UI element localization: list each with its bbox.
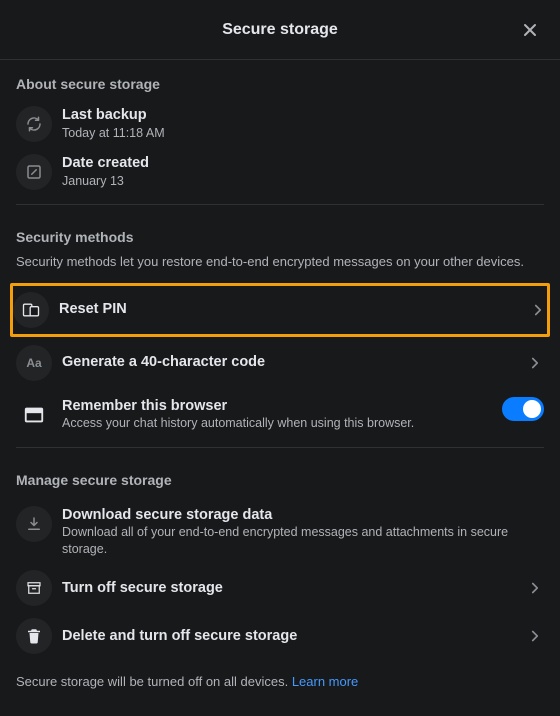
remember-browser-sub: Access your chat history automatically w… — [62, 415, 502, 432]
manage-section: Manage secure storage Download secure st… — [0, 456, 560, 704]
security-section-title: Security methods — [16, 213, 544, 253]
dialog-title: Secure storage — [222, 21, 338, 39]
reset-pin-highlight: Reset PIN — [10, 283, 550, 337]
download-data-label: Download secure storage data — [62, 506, 544, 525]
last-backup-label: Last backup — [62, 106, 544, 125]
learn-more-link[interactable]: Learn more — [292, 674, 358, 689]
delete-turn-off-label: Delete and turn off secure storage — [62, 627, 526, 646]
divider — [16, 204, 544, 205]
close-icon — [522, 22, 538, 38]
dialog-header: Secure storage — [0, 0, 560, 60]
download-data-row[interactable]: Download secure storage data Download al… — [16, 496, 544, 565]
archive-icon — [16, 570, 52, 606]
footer-note-text: Secure storage will be turned off on all… — [16, 674, 292, 689]
turn-off-storage-row[interactable]: Turn off secure storage — [16, 564, 544, 612]
about-section: About secure storage Last backup Today a… — [0, 60, 560, 205]
browser-window-icon — [16, 397, 52, 433]
chevron-right-icon — [529, 301, 547, 319]
edit-square-icon — [16, 154, 52, 190]
manage-section-title: Manage secure storage — [16, 456, 544, 496]
date-created-value: January 13 — [62, 173, 544, 190]
sync-icon — [16, 106, 52, 142]
trash-icon — [16, 618, 52, 654]
remember-browser-toggle[interactable] — [502, 397, 544, 421]
divider — [16, 447, 544, 448]
chevron-right-icon — [526, 627, 544, 645]
download-data-sub: Download all of your end-to-end encrypte… — [62, 524, 544, 558]
chevron-right-icon — [526, 579, 544, 597]
generate-code-row[interactable]: Aa Generate a 40-character code — [16, 339, 544, 387]
delete-turn-off-row[interactable]: Delete and turn off secure storage — [16, 612, 544, 660]
date-created-label: Date created — [62, 154, 544, 173]
turn-off-storage-label: Turn off secure storage — [62, 579, 526, 598]
close-button[interactable] — [514, 14, 546, 46]
security-section: Security methods Security methods let yo… — [0, 213, 560, 448]
reset-pin-row[interactable]: Reset PIN — [13, 286, 547, 334]
download-icon — [16, 506, 52, 542]
generate-code-label: Generate a 40-character code — [62, 353, 526, 372]
last-backup-value: Today at 11:18 AM — [62, 125, 544, 142]
about-section-title: About secure storage — [16, 60, 544, 100]
date-created-row: Date created January 13 — [16, 148, 544, 196]
remember-browser-label: Remember this browser — [62, 397, 502, 416]
devices-icon — [13, 292, 49, 328]
footer-note: Secure storage will be turned off on all… — [16, 660, 544, 703]
security-section-desc: Security methods let you restore end-to-… — [16, 253, 544, 281]
reset-pin-label: Reset PIN — [59, 300, 529, 319]
aa-icon: Aa — [16, 345, 52, 381]
last-backup-row: Last backup Today at 11:18 AM — [16, 100, 544, 148]
remember-browser-row: Remember this browser Access your chat h… — [16, 387, 544, 439]
chevron-right-icon — [526, 354, 544, 372]
